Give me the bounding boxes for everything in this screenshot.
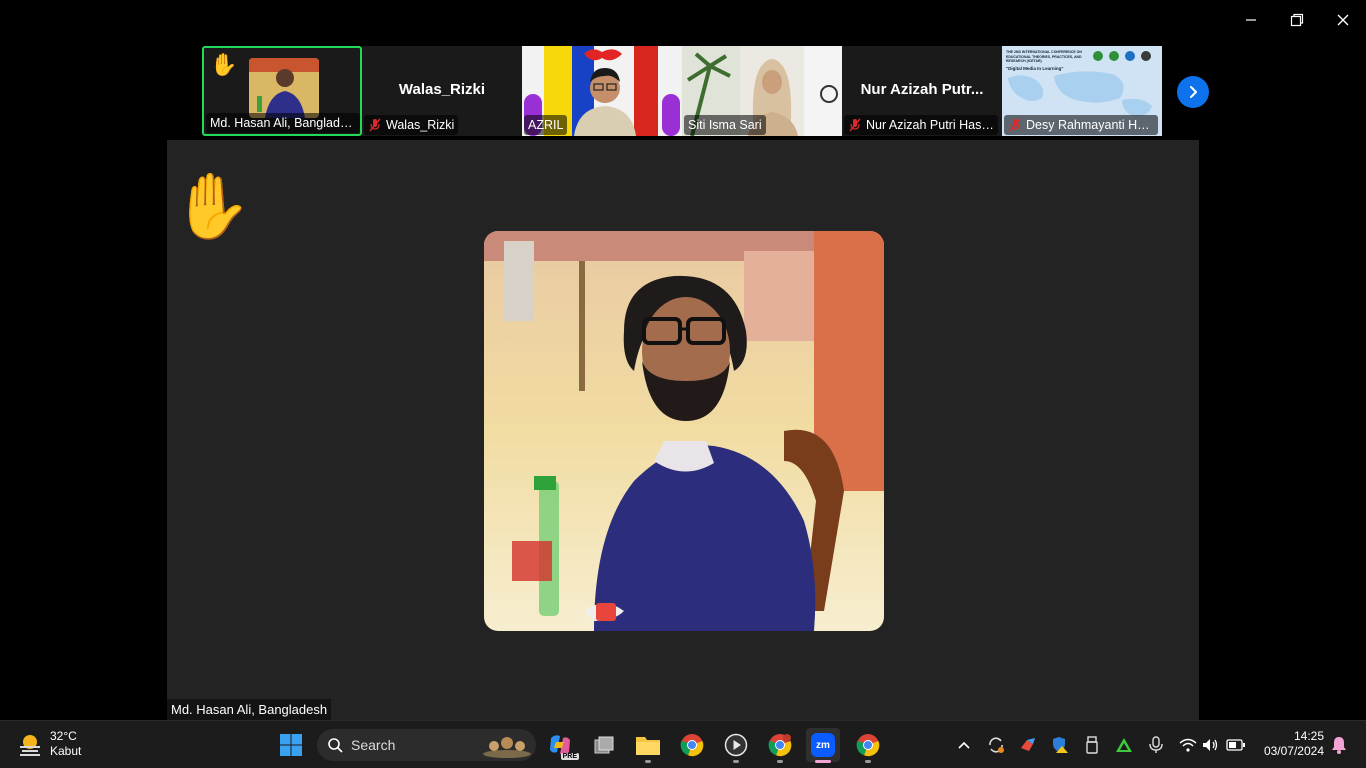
sync-icon — [989, 737, 1004, 753]
chrome-button[interactable] — [675, 728, 709, 762]
sync-tray-button[interactable] — [984, 733, 1008, 757]
participant-name-label: Desy Rahmayanti Has... — [1004, 115, 1158, 135]
participant-name-label: Md. Hasan Ali, Banglade... — [206, 113, 360, 133]
search-label: Search — [351, 737, 396, 753]
participant-name-label: AZRIL — [524, 115, 568, 135]
participant-name-label: Siti Isma Sari — [684, 115, 766, 135]
clock-time: 14:25 — [1293, 729, 1324, 743]
chrome-icon — [856, 734, 880, 757]
restore-button[interactable] — [1277, 8, 1317, 32]
wifi-button[interactable] — [1176, 733, 1200, 757]
play-icon — [724, 733, 748, 757]
active-speaker-stage: ✋ Md. Hasan Ali, Bangladesh — [167, 140, 1199, 720]
usb-tray-button[interactable] — [1080, 733, 1104, 757]
running-indicator — [733, 760, 739, 763]
copilot-button[interactable]: PRE — [543, 728, 579, 762]
chevron-right-icon — [1190, 86, 1197, 98]
avatar — [249, 58, 319, 118]
usb-icon — [1086, 736, 1098, 754]
nvidia-tray-button[interactable] — [1112, 733, 1136, 757]
weather-icon — [20, 735, 40, 756]
chrome-profile-button[interactable] — [763, 728, 797, 763]
minimize-icon — [1246, 19, 1256, 21]
task-view-icon — [594, 736, 614, 754]
close-button[interactable] — [1323, 8, 1363, 32]
search-highlight-icon — [483, 737, 531, 758]
running-indicator — [645, 760, 651, 763]
wifi-icon — [1179, 738, 1197, 752]
taskbar: 32°C Kabut Search PRE zm 14:25 03/07/202… — [0, 720, 1366, 768]
chevron-up-icon — [958, 741, 970, 749]
running-indicator — [777, 760, 783, 763]
restore-icon — [1290, 13, 1304, 27]
running-indicator — [815, 760, 831, 763]
folder-icon — [636, 737, 660, 755]
file-explorer-button[interactable] — [631, 728, 665, 763]
zoom-label: zm — [816, 739, 830, 751]
participant-tile[interactable]: THE 2ND INTERNATIONAL CONFERENCE ON EDUC… — [1002, 46, 1162, 136]
next-page-button[interactable] — [1177, 76, 1209, 108]
search-icon — [328, 738, 343, 753]
task-view-button[interactable] — [587, 728, 621, 762]
app-tray-button[interactable] — [1016, 733, 1040, 757]
participant-tile[interactable]: Nur Azizah Putr... Nur Azizah Putri Hasi… — [842, 46, 1002, 136]
participant-tile[interactable]: Walas_Rizki Walas_Rizki — [362, 46, 522, 136]
participant-tile[interactable]: ✋ Md. Hasan Ali, Banglade... — [202, 46, 362, 136]
microphone-icon — [1149, 736, 1163, 753]
triangle-app-icon — [1116, 738, 1132, 752]
volume-button[interactable] — [1199, 733, 1223, 757]
system-clock[interactable]: 14:25 03/07/2024 — [1258, 729, 1324, 759]
running-indicator — [865, 760, 871, 763]
speaker-icon — [1203, 739, 1218, 751]
weather-condition: Kabut — [50, 744, 82, 758]
taskbar-search[interactable]: Search — [317, 729, 536, 761]
chrome-icon — [768, 734, 792, 757]
participant-name-label: Walas_Rizki — [364, 115, 459, 135]
bell-icon — [1332, 737, 1346, 754]
shield-warning-icon — [1053, 737, 1068, 753]
security-tray-button[interactable] — [1048, 733, 1072, 757]
participant-tile[interactable]: Siti Isma Sari — [682, 46, 842, 136]
zoom-icon: zm — [811, 733, 835, 757]
chrome-icon — [680, 734, 704, 757]
microphone-tray-button[interactable] — [1144, 733, 1168, 757]
notifications-button[interactable] — [1327, 733, 1351, 757]
zoom-button[interactable]: zm — [806, 728, 840, 763]
windows-logo-icon — [280, 734, 302, 756]
muted-mic-icon — [369, 118, 381, 132]
clock-date: 03/07/2024 — [1263, 744, 1324, 758]
slide-subtitle: "Digital Media In Learning" — [1006, 66, 1064, 71]
participant-big-name: Nur Azizah Putr... — [860, 81, 984, 98]
participant-name-label: Nur Azizah Putri Hasi... — [844, 115, 998, 135]
slide-title: THE 2ND INTERNATIONAL CONFERENCE ON EDUC… — [1006, 50, 1082, 63]
weather-widget[interactable]: 32°C Kabut — [16, 729, 81, 759]
chrome-window-button[interactable] — [851, 728, 885, 763]
participant-strip: ✋ Md. Hasan Ali, Banglade... Walas_Rizki… — [202, 46, 1162, 138]
battery-button[interactable] — [1224, 733, 1248, 757]
minimize-button[interactable] — [1231, 8, 1271, 32]
profile-photo — [484, 231, 884, 631]
close-icon — [1337, 14, 1349, 26]
speaker-name-label: Md. Hasan Ali, Bangladesh — [167, 699, 332, 720]
raised-hand-icon: ✋ — [210, 52, 238, 77]
muted-mic-icon — [1009, 118, 1021, 132]
participant-big-name: Walas_Rizki — [398, 81, 486, 98]
show-hidden-icons-button[interactable] — [952, 733, 976, 757]
raised-hand-icon: ✋ — [172, 170, 252, 242]
app-tray-icon — [1021, 738, 1035, 751]
muted-mic-icon — [849, 118, 861, 132]
temperature: 32°C — [50, 729, 77, 743]
battery-icon — [1226, 739, 1245, 751]
preview-badge: PRE — [560, 753, 579, 760]
media-player-button[interactable] — [719, 728, 753, 763]
start-button[interactable] — [274, 728, 308, 762]
participant-tile[interactable]: AZRIL — [522, 46, 682, 136]
